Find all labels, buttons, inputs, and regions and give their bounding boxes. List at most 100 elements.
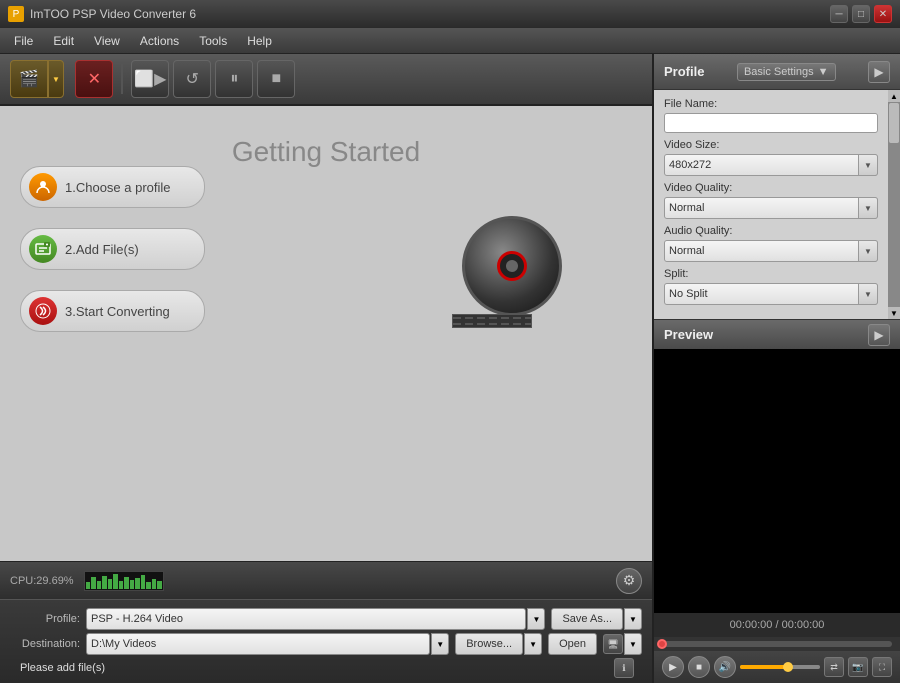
app-icon: P [8,6,24,22]
preview-video-area [654,349,900,613]
cpu-bar [102,576,107,589]
menu-edit[interactable]: Edit [43,31,84,51]
browse-label: Browse... [466,638,512,650]
cpu-bar [113,574,118,588]
add-dropdown-button[interactable]: ▼ [48,60,64,98]
browse-dropdown[interactable]: ▼ [524,633,542,655]
cpu-bar [146,582,151,588]
volume-slider[interactable] [740,665,820,669]
snapshot-button[interactable]: 📷 [848,657,868,677]
preview-controls: ▶ ■ 🔊 ⇄ 📷 ⛶ [654,651,900,683]
toolbar: 🎬 ▼ ✕ ⬜▶ ↺ ⏸ ■ [0,54,652,106]
pause-icon: ⏸ [230,70,238,88]
destination-icon-button[interactable]: 🖥 [603,634,623,654]
add-file-button[interactable]: 🎬 [10,60,48,98]
preview-title: Preview [664,327,713,342]
open-button[interactable]: Open [548,633,597,655]
preview-time-display: 00:00:00 / 00:00:00 [654,613,900,637]
convert-icon: ⬜▶ [134,69,166,89]
film-reel-graphic [452,206,572,326]
profile-section-title: Profile [664,64,704,79]
menu-file[interactable]: File [4,31,43,51]
cpu-label: CPU:29.69% [10,575,74,587]
left-panel: 🎬 ▼ ✕ ⬜▶ ↺ ⏸ ■ Getting Started [0,54,652,683]
add-files-icon [29,235,57,263]
profile-scrollbar[interactable]: ▲ ▼ [888,90,900,319]
file-name-label: File Name: [664,98,878,110]
destination-dropdown-arrow[interactable]: ▼ [431,633,449,655]
menu-view[interactable]: View [84,31,130,51]
audio-quality-wrapper: Normal High Low ▼ [664,240,878,262]
settings-button[interactable]: ⚙ [616,568,642,594]
seek-bar-container [654,637,900,651]
preview-expand-button[interactable]: ▶ [868,324,890,346]
cpu-bar [157,581,162,589]
profile-dropdown-arrow[interactable]: ▼ [527,608,545,630]
right-panel: Profile Basic Settings ▼ ▶ File Name: Vi… [652,54,900,683]
browse-button[interactable]: Browse... [455,633,523,655]
basic-settings-label: Basic Settings [744,66,814,78]
capture-button[interactable]: ⇄ [824,657,844,677]
menu-tools[interactable]: Tools [189,31,237,51]
stop-icon: ■ [272,70,282,88]
save-as-dropdown[interactable]: ▼ [624,608,642,630]
convert-button[interactable]: ⬜▶ [131,60,169,98]
split-label: Split: [664,268,878,280]
remove-button[interactable]: ✕ [75,60,113,98]
open-label: Open [559,638,586,650]
add-files-label: 2.Add File(s) [65,242,139,257]
stop-preview-button[interactable]: ■ [688,656,710,678]
close-button[interactable]: ✕ [874,5,892,23]
info-button[interactable]: ℹ [614,658,634,678]
cpu-bar [91,577,96,588]
menu-actions[interactable]: Actions [130,31,189,51]
panel-expand-button[interactable]: ▶ [868,61,890,83]
choose-profile-button[interactable]: 1.Choose a profile [20,166,205,208]
fullscreen-button[interactable]: ⛶ [872,657,892,677]
profile-select[interactable]: PSP - H.264 Video [86,608,526,630]
choose-profile-icon [29,173,57,201]
menu-help[interactable]: Help [237,31,282,51]
destination-extra-dropdown[interactable]: ▼ [624,633,642,655]
menu-bar: File Edit View Actions Tools Help [0,28,900,54]
pause-button[interactable]: ⏸ [215,60,253,98]
refresh-button[interactable]: ↺ [173,60,211,98]
cpu-bar [152,579,157,589]
cpu-bar [141,575,146,589]
preview-header: Preview ▶ [654,319,900,349]
maximize-button[interactable]: □ [852,5,870,23]
audio-quality-select[interactable]: Normal High Low [664,240,878,262]
toolbar-separator-1 [121,64,123,94]
profile-row: Profile: PSP - H.264 Video ▼ Save As... … [10,608,642,630]
seek-bar[interactable] [662,641,892,647]
steps-panel: 1.Choose a profile 2.Add File(s) 3.Start… [20,166,205,332]
add-icon: 🎬 [19,69,39,89]
profile-label: Profile: [10,613,80,625]
save-as-button[interactable]: Save As... [551,608,623,630]
add-files-button[interactable]: 2.Add File(s) [20,228,205,270]
split-select[interactable]: No Split By Size By Time [664,283,878,305]
scrollbar-thumb[interactable] [889,103,899,143]
volume-button[interactable]: 🔊 [714,656,736,678]
minimize-button[interactable]: ─ [830,5,848,23]
video-quality-select[interactable]: Normal High Low [664,197,878,219]
status-bar: CPU:29.69% [0,561,652,599]
file-name-input[interactable] [664,113,878,133]
start-converting-button[interactable]: 3.Start Converting [20,290,205,332]
basic-settings-arrow: ▼ [818,66,829,78]
profile-header: Profile Basic Settings ▼ ▶ [654,54,900,90]
video-size-wrapper: 480x272 320x240 640x480 ▼ [664,154,878,176]
video-quality-label: Video Quality: [664,182,878,194]
cpu-bar [135,578,140,588]
cpu-bar [119,581,124,588]
title-bar: P ImTOO PSP Video Converter 6 ─ □ ✕ [0,0,900,28]
stop-button[interactable]: ■ [257,60,295,98]
cpu-bar [86,582,91,588]
video-size-select[interactable]: 480x272 320x240 640x480 [664,154,878,176]
destination-select[interactable]: D:\My Videos [86,633,430,655]
start-converting-icon [29,297,57,325]
destination-label: Destination: [10,638,80,650]
profile-settings-panel: File Name: Video Size: 480x272 320x240 6… [654,90,888,319]
play-button[interactable]: ▶ [662,656,684,678]
basic-settings-button[interactable]: Basic Settings ▼ [737,63,836,81]
